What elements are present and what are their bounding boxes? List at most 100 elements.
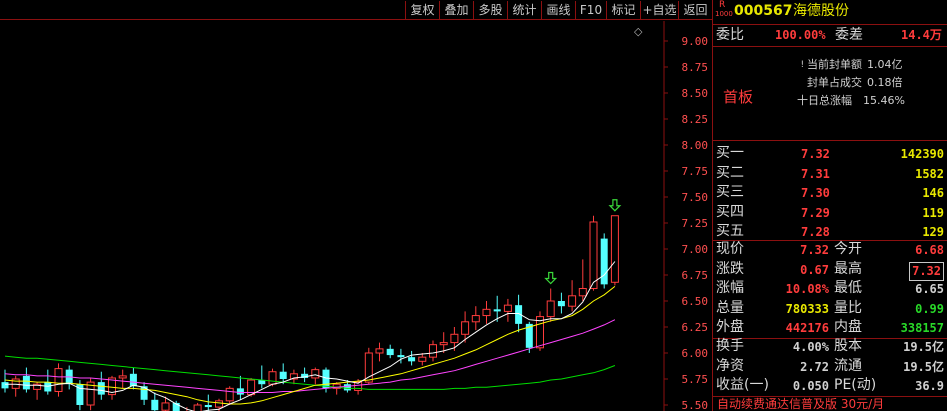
seal-ratio-label: 封单占成交 xyxy=(807,76,862,89)
toolbar-button-3[interactable]: 统计 xyxy=(507,1,541,19)
price-tick-label: 8.25 xyxy=(682,113,709,126)
quote-label: 涨幅 xyxy=(716,280,744,296)
quote-value: 780333 xyxy=(785,301,829,316)
candle-body xyxy=(54,368,63,392)
bid-volume: 142390 xyxy=(900,147,944,161)
candle-body xyxy=(129,373,137,387)
candle-body xyxy=(386,348,394,356)
candle-body xyxy=(225,387,234,402)
toolbar-button-6[interactable]: 标记 xyxy=(606,1,640,19)
price-tick-label: 6.00 xyxy=(682,347,709,360)
candle-body xyxy=(364,352,373,383)
seal-ratio-value: 0.18倍 xyxy=(867,76,903,89)
price-tick-label: 6.25 xyxy=(682,321,709,334)
bid-volume: 119 xyxy=(922,205,944,220)
ad-banner[interactable]: 自动续费通达信普及版 30元/月 xyxy=(717,397,884,411)
fund-value: 2.72 xyxy=(800,359,829,374)
stock-code: 000567 xyxy=(734,3,793,19)
quote-label: 总量 xyxy=(716,299,744,316)
ma5-line xyxy=(5,261,616,411)
candle-body xyxy=(418,356,427,362)
fund-label: 收益(一) xyxy=(716,377,769,393)
candle-body xyxy=(568,295,577,307)
toolbar-button-2[interactable]: 多股 xyxy=(473,1,507,19)
bid-level-label: 买三 xyxy=(716,184,744,200)
quote-value: 7.32 xyxy=(909,261,944,281)
candle-body xyxy=(450,333,459,344)
quote-value: 0.99 xyxy=(915,301,944,316)
quote-label: 最低 xyxy=(834,280,862,296)
candle-body xyxy=(311,369,320,379)
candle-body xyxy=(461,321,470,335)
quote-label: 外盘 xyxy=(716,319,744,335)
quote-label: 现价 xyxy=(716,241,744,257)
toolbar-button-7[interactable]: +自选 xyxy=(640,1,678,19)
quote-label: 内盘 xyxy=(834,319,862,335)
price-tick-label: 8.75 xyxy=(682,61,709,74)
quote-panel: R 1000 000567 海德股份 委比 100.00% 委差 14.4万 ǃ… xyxy=(712,0,947,411)
quote-value: 0.67 xyxy=(800,262,829,277)
quote-label: 今开 xyxy=(834,241,862,257)
candle-body xyxy=(471,315,480,323)
bid-level-label: 买一 xyxy=(716,145,744,161)
ma60-line xyxy=(4,355,616,390)
toolbar-button-1[interactable]: 叠加 xyxy=(439,1,473,19)
candle-body xyxy=(97,382,105,395)
bid-volume: 129 xyxy=(922,225,944,239)
quote-label: 量比 xyxy=(834,299,862,316)
fund-value: 36.9 xyxy=(915,379,944,393)
diamond-icon: ◇ xyxy=(634,25,643,38)
ma10-line xyxy=(4,286,616,405)
candle-body xyxy=(439,342,448,346)
candle-body xyxy=(193,404,202,411)
quote-value: 442176 xyxy=(785,321,829,335)
candle-body xyxy=(118,375,127,379)
quote-value: 7.32 xyxy=(800,243,829,257)
fund-label: 股本 xyxy=(834,338,862,354)
bid-price: 7.29 xyxy=(801,205,830,220)
candle-body xyxy=(578,288,587,297)
candle-body xyxy=(408,357,416,362)
ten-day-value: 15.46% xyxy=(863,94,905,107)
down-arrow-icon xyxy=(608,199,622,212)
price-tick-label: 6.75 xyxy=(682,269,709,282)
toolbar-button-8[interactable]: 返回 xyxy=(678,1,712,19)
price-tick-label: 7.50 xyxy=(682,191,709,204)
weibi-value: 100.00% xyxy=(775,28,826,42)
candle-body xyxy=(268,371,277,385)
toolbar-button-0[interactable]: 复权 xyxy=(405,1,439,19)
first-board-tag: 首板 xyxy=(723,88,754,106)
quote-label: 涨跌 xyxy=(716,260,744,277)
down-arrow-icon xyxy=(544,271,558,285)
divider xyxy=(713,46,947,47)
fund-label: 流通 xyxy=(834,357,862,374)
candle-body xyxy=(215,400,223,408)
candle-body xyxy=(236,388,244,395)
weicha-label: 委差 xyxy=(835,27,863,43)
chart-toolbar: 复权 叠加 多股 统计 画线 F10 标记 +自选 返回 xyxy=(0,0,712,20)
toolbar-button-4[interactable]: 画线 xyxy=(541,1,575,19)
candle-body xyxy=(482,308,491,317)
price-tick-label: 8.50 xyxy=(682,87,709,100)
kline-chart-area[interactable]: 9.00 8.75 8.50 8.25 8.00 7.75 7.50 7.25 7.00 6.75… xyxy=(0,21,712,411)
kline-chart[interactable]: 9.00 8.75 8.50 8.25 8.00 7.75 7.50 7.25 7.00 6.75… xyxy=(0,21,712,411)
seal-amount-label: 当前封单额 xyxy=(807,58,862,71)
bid-level-label: 买四 xyxy=(716,203,744,220)
weibi-label: 委比 xyxy=(716,27,744,43)
candle-body xyxy=(589,221,598,290)
bid-level-label: 买五 xyxy=(716,223,744,239)
candle-body xyxy=(546,300,555,318)
divider xyxy=(713,240,947,241)
toolbar-button-5[interactable]: F10 xyxy=(575,1,606,19)
fund-label: PE(动) xyxy=(834,377,877,393)
price-tick-label: 6.50 xyxy=(682,295,709,308)
candle-body xyxy=(557,301,565,307)
candle-body xyxy=(503,304,512,312)
candle-body xyxy=(493,309,501,312)
fund-label: 净资 xyxy=(716,357,744,374)
candle-body xyxy=(343,384,351,391)
ma20-line xyxy=(4,319,616,393)
bid-price: 7.31 xyxy=(801,166,830,181)
quote-value: 6.68 xyxy=(915,243,944,257)
bid-price: 7.32 xyxy=(801,147,830,161)
